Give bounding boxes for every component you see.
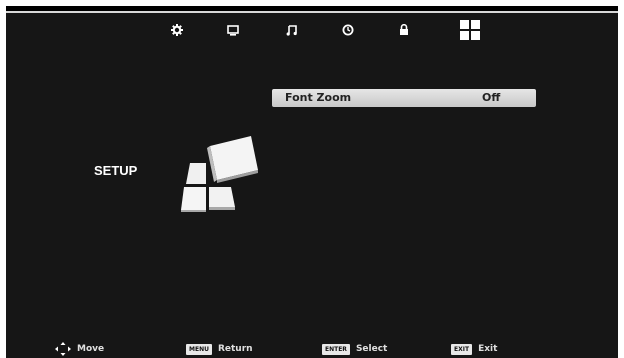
hint-exit-label: Exit (478, 344, 498, 354)
settings-icon[interactable] (165, 18, 189, 42)
menu-key-icon: MENU (186, 343, 212, 355)
osd-screen: Font Zoom Off SETUP Move MENU Return ENT… (6, 6, 618, 358)
menu-item-label: Font Zoom (285, 91, 352, 104)
lock-icon[interactable] (392, 18, 416, 42)
picture-icon[interactable] (221, 18, 245, 42)
hint-return-label: Return (217, 344, 253, 354)
move-arrows-icon (55, 342, 71, 356)
hint-select-label: Select (355, 344, 388, 354)
hint-return: MENU Return (186, 342, 253, 356)
enter-key-icon: ENTER (322, 343, 350, 355)
hint-exit: EXIT Exit (451, 342, 497, 356)
menu-item-value: Off (482, 91, 501, 104)
menu-item-font-zoom[interactable]: Font Zoom Off (272, 89, 536, 107)
setup-icon[interactable] (456, 16, 484, 44)
sound-icon[interactable] (279, 18, 303, 42)
footer-hints: Move MENU Return ENTER Select EXIT Exit (6, 342, 618, 358)
section-title: SETUP (94, 163, 138, 178)
setup-graphic-icon (181, 136, 258, 212)
hint-move-label: Move (77, 344, 105, 354)
menu-tabs (6, 18, 618, 42)
top-bar-strip (6, 11, 618, 13)
exit-key-icon: EXIT (451, 343, 473, 355)
time-icon[interactable] (336, 18, 360, 42)
hint-select: ENTER Select (322, 342, 387, 356)
hint-move: Move (55, 342, 104, 356)
